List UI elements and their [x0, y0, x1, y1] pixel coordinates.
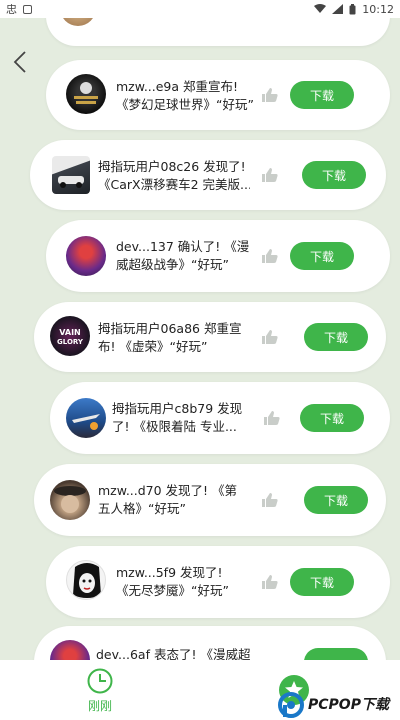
- thumb-up-icon[interactable]: [260, 491, 278, 509]
- feed-message-line2: 《无尽梦魇》“好玩”: [116, 583, 229, 598]
- download-button[interactable]: 下载: [302, 161, 366, 189]
- feed-message-line1: mzw...d70 发现了! 《第: [98, 483, 238, 498]
- feed-card[interactable]: mzw...5f9 发现了! 《无尽梦魇》“好玩” 下载: [46, 546, 390, 618]
- feed-card[interactable]: dev...137 确认了! 《漫 威超级战争》“好玩” 下载: [46, 220, 390, 292]
- battery-icon: [349, 3, 356, 14]
- feed-message-line2: 五人格》“好玩”: [98, 501, 186, 516]
- status-time: 10:12: [362, 2, 394, 16]
- download-button[interactable]: 下载: [304, 323, 368, 351]
- watermark-text: PCPOP下载: [308, 697, 389, 713]
- svg-text:GLORY: GLORY: [57, 338, 84, 346]
- clock-icon: [87, 668, 113, 693]
- tab-recent[interactable]: 刚刚: [70, 660, 130, 720]
- status-bar: 忠 10:12: [0, 0, 400, 18]
- notification-icon: [23, 4, 32, 14]
- feed-card[interactable]: VAIN GLORY 拇指玩用户06a86 郑重宣 布! 《虚荣》“好玩” 下载: [34, 302, 386, 372]
- signal-icon: [332, 4, 344, 14]
- feed-message-line2: 威超级战争》“好玩”: [116, 257, 229, 272]
- feed-message-line2: 《CarX漂移赛车2 完美版...: [98, 177, 250, 192]
- thumb-up-icon[interactable]: [260, 86, 278, 104]
- feed-message-line2: 《梦幻足球世界》“好玩”: [116, 97, 254, 112]
- download-button[interactable]: 下载: [304, 486, 368, 514]
- feed-card[interactable]: mzw...d70 发现了! 《第 五人格》“好玩” 下载: [34, 464, 386, 536]
- thumb-up-icon[interactable]: [260, 166, 278, 184]
- feed-message-line1: 拇指玩用户08c26 发现了!: [98, 159, 246, 174]
- pcpop-logo-icon: [278, 692, 304, 718]
- feed-message-line1: mzw...5f9 发现了!: [116, 565, 223, 580]
- feed-message-line2: 了! 《极限着陆 专业...: [112, 419, 237, 434]
- feed-message-line1: dev...137 确认了! 《漫: [116, 239, 250, 254]
- endless-nightmare-game-icon: [66, 560, 106, 600]
- vainglory-game-icon: VAIN GLORY: [50, 316, 90, 356]
- chevron-left-icon: [13, 51, 26, 73]
- download-button[interactable]: 下载: [300, 404, 364, 432]
- soccer-manager-game-icon: [66, 74, 106, 114]
- feed-message-line1: mzw...e9a 郑重宣布!: [116, 79, 239, 94]
- tab-recent-label: 刚刚: [87, 698, 112, 713]
- thumb-up-icon[interactable]: [260, 328, 278, 346]
- download-button[interactable]: 下载: [290, 81, 354, 109]
- thumb-up-icon[interactable]: [262, 409, 280, 427]
- thumb-up-icon[interactable]: [260, 573, 278, 591]
- feed-message-line1: 拇指玩用户c8b79 发现: [112, 401, 243, 416]
- carx-drift-game-icon: [52, 156, 90, 194]
- identity-v-game-icon: [50, 480, 90, 520]
- back-button[interactable]: [8, 46, 32, 78]
- feed-message-line2: 布! 《虚荣》“好玩”: [98, 339, 208, 354]
- feed-card[interactable]: 拇指玩用户08c26 发现了! 《CarX漂移赛车2 完美版... 下载: [30, 140, 386, 210]
- feed-message-line1: 拇指玩用户06a86 郑重宣: [98, 321, 242, 336]
- carrier-glyph: 忠: [6, 3, 17, 16]
- feed-card[interactable]: 拇指玩用户c8b79 发现 了! 《极限着陆 专业... 下载: [50, 382, 390, 454]
- download-button[interactable]: 下载: [290, 568, 354, 596]
- thumb-up-icon[interactable]: [260, 247, 278, 265]
- svg-text:VAIN: VAIN: [59, 328, 81, 337]
- feed-card[interactable]: mzw...e9a 郑重宣布! 《梦幻足球世界》“好玩” 下载: [46, 60, 390, 130]
- marvel-hero-game-icon: [66, 236, 106, 276]
- wifi-icon: [314, 4, 327, 13]
- download-button[interactable]: 下载: [290, 242, 354, 270]
- extreme-landing-game-icon: [66, 398, 106, 438]
- watermark: PCPOP下载: [278, 688, 400, 720]
